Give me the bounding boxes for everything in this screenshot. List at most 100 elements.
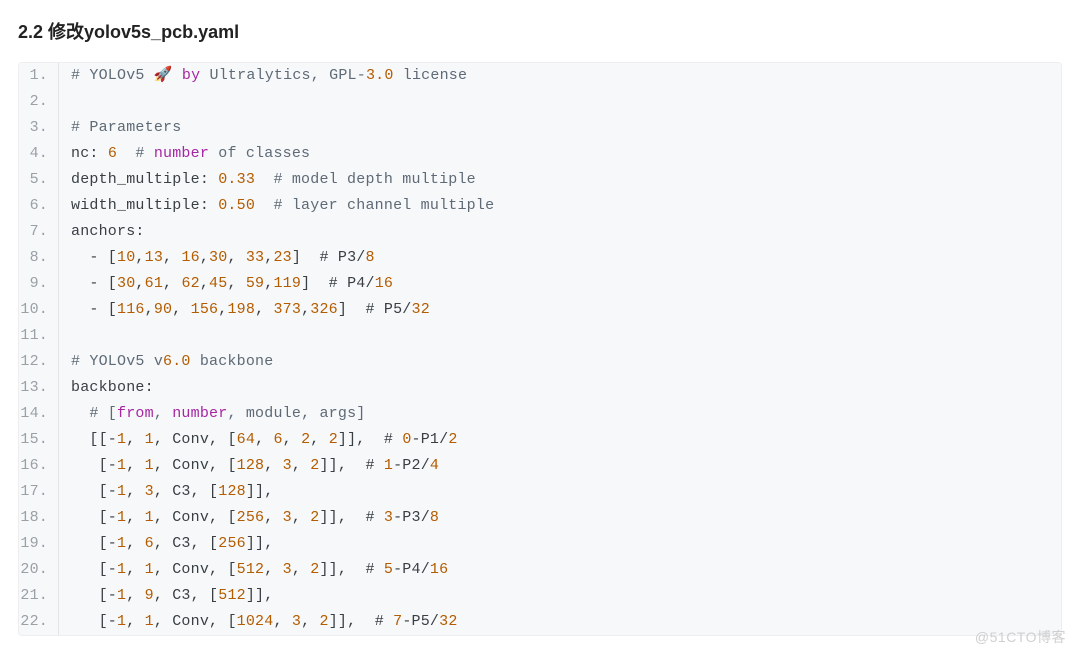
code-content: - [10,13, 16,30, 33,23] # P3/8 <box>59 245 375 271</box>
code-token: , C3, [ <box>154 587 218 604</box>
code-line: 5.depth_multiple: 0.33 # model depth mul… <box>19 167 1061 193</box>
code-line: 21. [-1, 9, C3, [512]], <box>19 583 1061 609</box>
code-token: [- <box>71 483 117 500</box>
code-token: , <box>163 275 181 292</box>
code-token: , <box>200 275 209 292</box>
code-token: 256 <box>218 535 246 552</box>
code-token: by <box>182 67 200 84</box>
code-token: license <box>394 67 468 84</box>
code-content: [-1, 1, Conv, [128, 3, 2]], # 1-P2/4 <box>59 453 439 479</box>
code-line: 4.nc: 6 # number of classes <box>19 141 1061 167</box>
code-token: 512 <box>237 561 265 578</box>
code-token: , <box>126 509 144 526</box>
code-token: 3 <box>292 613 301 630</box>
code-token: 1 <box>117 587 126 604</box>
code-token: # <box>117 145 154 162</box>
code-token: 1 <box>117 535 126 552</box>
code-line: 6.width_multiple: 0.50 # layer channel m… <box>19 193 1061 219</box>
code-token: [[- <box>71 431 117 448</box>
code-token: 4 <box>430 457 439 474</box>
code-token: , <box>310 431 328 448</box>
code-token: 6 <box>273 431 282 448</box>
code-token: [- <box>71 535 117 552</box>
code-token: -P1/ <box>412 431 449 448</box>
code-content: [-1, 1, Conv, [256, 3, 2]], # 3-P3/8 <box>59 505 439 531</box>
code-line: 14. # [from, number, module, args] <box>19 401 1061 427</box>
code-line: 3.# Parameters <box>19 115 1061 141</box>
code-token: 32 <box>439 613 457 630</box>
code-token: 373 <box>273 301 301 318</box>
code-token: - [ <box>71 275 117 292</box>
code-line: 17. [-1, 3, C3, [128]], <box>19 479 1061 505</box>
code-token: 90 <box>154 301 172 318</box>
code-line: 7.anchors: <box>19 219 1061 245</box>
code-token: , <box>264 561 282 578</box>
code-token: , <box>264 457 282 474</box>
code-token: 512 <box>218 587 246 604</box>
code-token: 1 <box>117 561 126 578</box>
code-token: ]], # <box>319 457 383 474</box>
code-token: , <box>255 431 273 448</box>
code-token: , <box>227 249 245 266</box>
code-token: backbone: <box>71 379 154 396</box>
code-content: # [from, number, module, args] <box>59 401 365 427</box>
code-token: 256 <box>237 509 265 526</box>
code-token: 2 <box>329 431 338 448</box>
code-token: 1 <box>117 483 126 500</box>
code-content: [-1, 3, C3, [128]], <box>59 479 273 505</box>
code-token: ] # P3/ <box>292 249 366 266</box>
code-token: , <box>126 483 144 500</box>
code-token: -P2/ <box>393 457 430 474</box>
code-token: , C3, [ <box>154 483 218 500</box>
code-content: nc: 6 # number of classes <box>59 141 310 167</box>
code-token: , module, args] <box>227 405 365 422</box>
code-token: 23 <box>273 249 291 266</box>
code-line: 1.# YOLOv5 🚀 by Ultralytics, GPL-3.0 lic… <box>19 63 1061 89</box>
code-token: 32 <box>412 301 430 318</box>
code-line: 10. - [116,90, 156,198, 373,326] # P5/32 <box>19 297 1061 323</box>
code-token: , <box>145 301 154 318</box>
code-token: , <box>283 431 301 448</box>
code-line: 12.# YOLOv5 v6.0 backbone <box>19 349 1061 375</box>
line-number: 8. <box>19 245 59 271</box>
code-token: nc: <box>71 145 108 162</box>
code-content: [-1, 9, C3, [512]], <box>59 583 273 609</box>
code-token: - [ <box>71 249 117 266</box>
code-token: # Parameters <box>71 119 181 136</box>
code-token: 3 <box>145 483 154 500</box>
code-token: anchors: <box>71 223 145 240</box>
code-token: 62 <box>181 275 199 292</box>
code-token: 13 <box>145 249 163 266</box>
code-token: of classes <box>209 145 310 162</box>
line-number: 12. <box>19 349 59 375</box>
code-token: -P5/ <box>402 613 439 630</box>
line-number: 4. <box>19 141 59 167</box>
code-content: # YOLOv5 🚀 by Ultralytics, GPL-3.0 licen… <box>59 63 467 89</box>
code-token: , <box>154 405 172 422</box>
code-token: 59 <box>246 275 264 292</box>
code-token: 1 <box>145 613 154 630</box>
code-line: 2. <box>19 89 1061 115</box>
code-token: 198 <box>227 301 255 318</box>
code-token: ]], # <box>329 613 393 630</box>
code-token: ]], <box>246 535 274 552</box>
code-token: width_multiple: <box>71 197 218 214</box>
code-line: 16. [-1, 1, Conv, [128, 3, 2]], # 1-P2/4 <box>19 453 1061 479</box>
code-token: 6 <box>145 535 154 552</box>
line-number: 5. <box>19 167 59 193</box>
code-token: [- <box>71 457 117 474</box>
code-content: # Parameters <box>59 115 181 141</box>
code-token: - [ <box>71 301 117 318</box>
code-token: , <box>126 561 144 578</box>
code-content: [[-1, 1, Conv, [64, 6, 2, 2]], # 0-P1/2 <box>59 427 458 453</box>
code-token: , <box>200 249 209 266</box>
code-token: 16 <box>430 561 448 578</box>
line-number: 17. <box>19 479 59 505</box>
code-token: [- <box>71 561 117 578</box>
code-token: -P3/ <box>393 509 430 526</box>
line-number: 1. <box>19 63 59 89</box>
line-number: 6. <box>19 193 59 219</box>
code-token: # YOLOv5 🚀 <box>71 67 182 84</box>
code-token: number <box>172 405 227 422</box>
code-token: , Conv, [ <box>154 509 237 526</box>
